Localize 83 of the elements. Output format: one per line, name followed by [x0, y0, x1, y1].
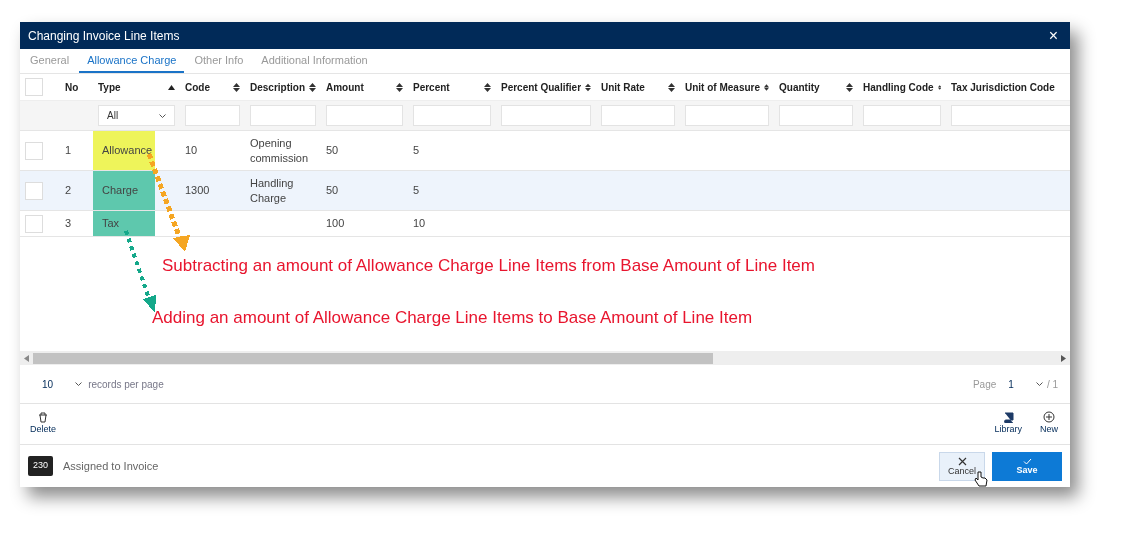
sort-icon[interactable]	[396, 82, 403, 92]
type-cell: Allowance	[93, 131, 155, 170]
filter-field[interactable]	[501, 105, 591, 126]
table-cell-text: 100	[326, 216, 345, 232]
column-header: Tax Jurisdiction Code	[951, 80, 1055, 95]
table-cell-text: Opening commission	[250, 135, 310, 166]
page-label: Page	[972, 377, 997, 392]
table-cell-text: 5	[413, 183, 420, 199]
sort-icon[interactable]	[764, 82, 769, 92]
chevron-down-icon	[75, 382, 83, 386]
sort-icon[interactable]	[233, 82, 240, 92]
column-header: Percent	[413, 80, 450, 95]
table-row[interactable]: 1 Allowance 10 Opening commission 50 5	[20, 131, 1070, 171]
page-dropdown[interactable]: 1	[1008, 376, 1043, 392]
page-total: / 1	[1046, 377, 1058, 392]
book-icon	[1002, 411, 1014, 423]
type-filter-dropdown[interactable]: All	[98, 105, 175, 126]
count-badge: 230	[28, 456, 54, 476]
filter-field[interactable]	[951, 105, 1070, 126]
table-cell-text: 1	[65, 143, 72, 159]
sort-icon[interactable]	[585, 82, 591, 92]
status-text: Assigned to Invoice	[63, 458, 159, 474]
sort-icon[interactable]	[668, 82, 675, 92]
filter-field[interactable]	[326, 105, 403, 126]
table-cell-text: 2	[65, 183, 72, 199]
column-header: Amount	[326, 80, 364, 95]
filter-field[interactable]	[601, 105, 675, 126]
annotation-text: Adding an amount of Allowance Charge Line Items to Base Amount of Line Item	[152, 307, 753, 327]
column-header: Percent Qualifier	[501, 80, 582, 95]
column-header: Code	[185, 80, 210, 95]
new-button[interactable]: New	[1040, 411, 1058, 437]
close-icon	[957, 456, 967, 466]
column-header: Unit Rate	[601, 80, 645, 95]
filter-field[interactable]	[250, 105, 316, 126]
sort-icon[interactable]	[484, 82, 491, 92]
filter-field[interactable]	[685, 105, 769, 126]
page-size-dropdown[interactable]: 10	[30, 376, 83, 392]
window-title: Changing Invoice Line Items	[28, 27, 180, 45]
check-icon	[1022, 457, 1032, 465]
delete-button[interactable]: Delete	[30, 411, 56, 437]
table-row[interactable]: 2 Charge 1300 Handling Charge 50 5	[20, 171, 1070, 211]
column-header: Unit of Measure	[685, 80, 760, 95]
checkbox[interactable]	[25, 78, 43, 96]
save-button[interactable]: Save	[992, 451, 1062, 481]
chevron-down-icon	[159, 113, 166, 118]
column-header: Handling Code	[863, 80, 934, 95]
table-cell-text: 10	[413, 216, 426, 232]
table-cell-text: 10	[185, 143, 198, 159]
filter-field[interactable]	[863, 105, 941, 126]
sort-icon[interactable]	[309, 82, 316, 92]
scroll-right-icon[interactable]	[1061, 354, 1066, 362]
cancel-button[interactable]: Cancel	[939, 451, 985, 481]
plus-circle-icon	[1043, 411, 1055, 424]
annotation-text: Subtracting an amount of Allowance Charge Line Items from Base Amount of Line Item	[162, 256, 815, 275]
filter-field[interactable]	[185, 105, 240, 126]
library-button[interactable]: Library	[994, 411, 1022, 437]
tab[interactable]: Allowance Charge	[79, 49, 185, 73]
scroll-left-icon[interactable]	[24, 354, 29, 362]
sort-icon[interactable]	[846, 82, 853, 92]
checkbox[interactable]	[25, 181, 43, 200]
filter-field[interactable]	[779, 105, 853, 126]
column-header: No	[65, 80, 79, 95]
filter-field[interactable]	[413, 105, 491, 126]
checkbox[interactable]	[25, 141, 43, 160]
table-cell-text: 5	[413, 143, 420, 159]
records-label: records per page	[88, 377, 164, 392]
chevron-down-icon	[1035, 382, 1043, 386]
column-header: Type	[98, 80, 121, 95]
table-cell-text: 50	[326, 143, 339, 159]
checkbox[interactable]	[25, 214, 43, 233]
column-header: Quantity	[779, 80, 820, 95]
table-cell-text: 50	[326, 183, 339, 199]
column-header: Description	[250, 80, 305, 95]
type-cell: Tax	[93, 211, 155, 236]
table-row[interactable]: 3 Tax 100 10	[20, 211, 1070, 237]
close-button[interactable]: ×	[1044, 27, 1062, 44]
trash-icon	[38, 411, 48, 423]
table-cell-text: Handling Charge	[250, 175, 295, 206]
scrollbar-thumb[interactable]	[33, 352, 713, 364]
table-cell-text: 3	[65, 216, 72, 232]
table-cell-text: 1300	[185, 183, 210, 199]
type-cell: Charge	[93, 171, 155, 210]
sort-ascending-icon[interactable]	[168, 84, 175, 90]
